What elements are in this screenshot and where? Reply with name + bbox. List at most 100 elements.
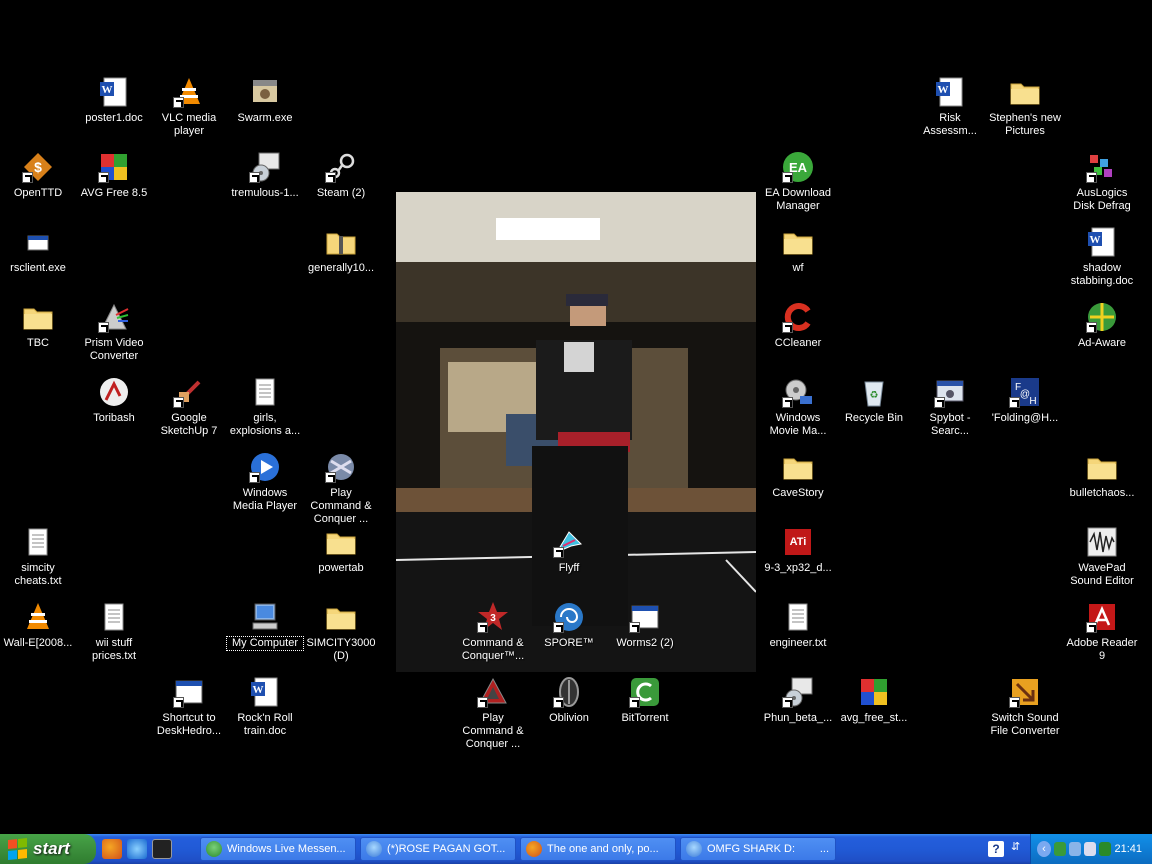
task-rose-pagan[interactable]: (*)ROSE PAGAN GOT... bbox=[360, 837, 516, 861]
desktop-icon-adobe-reader[interactable]: Adobe Reader 9 bbox=[1064, 599, 1140, 673]
word-doc-icon: W bbox=[934, 76, 966, 108]
desktop-icon-generally[interactable]: generally10... bbox=[303, 224, 379, 298]
sketchup-icon bbox=[173, 376, 205, 408]
avg-icon bbox=[98, 151, 130, 183]
desktop-icon-flyff[interactable]: Flyff bbox=[531, 524, 607, 598]
desktop-icon-phun-beta[interactable]: Phun_beta_... bbox=[760, 674, 836, 748]
desktop-icon-ccleaner[interactable]: CCleaner bbox=[760, 299, 836, 373]
desktop-icon-simcity3000[interactable]: SIMCITY3000 (D) bbox=[303, 599, 379, 673]
desktop-icon-spybot[interactable]: Spybot - Searc... bbox=[912, 374, 988, 448]
desktop-icon-bulletchaos[interactable]: bulletchaos... bbox=[1064, 449, 1140, 523]
messenger-chat-icon bbox=[686, 841, 702, 857]
window-app-icon bbox=[629, 601, 661, 633]
desktop-icon-vlc[interactable]: VLC media player bbox=[151, 74, 227, 148]
desktop-icon-wii-stuff[interactable]: wii stuff prices.txt bbox=[76, 599, 152, 673]
avg-tray-icon[interactable] bbox=[1099, 842, 1112, 856]
folder-icon bbox=[22, 301, 54, 333]
desktop-icon-powertab[interactable]: powertab bbox=[303, 524, 379, 598]
desktop-icon-spore[interactable]: SPORE™ bbox=[531, 599, 607, 673]
desktop-icon-auslogics-defrag[interactable]: AusLogics Disk Defrag bbox=[1064, 149, 1140, 223]
desktop-icon-poster1[interactable]: W poster1.doc bbox=[76, 74, 152, 148]
clock[interactable]: 21:41 bbox=[1114, 843, 1152, 855]
language-bar-icon[interactable]: ⇵ bbox=[1011, 840, 1029, 858]
desktop-icon-switch-sound[interactable]: Switch Sound File Converter bbox=[987, 674, 1063, 748]
desktop-icon-avg-free[interactable]: AVG Free 8.5 bbox=[76, 149, 152, 223]
desktop-icon-play-cnc[interactable]: Play Command & Conquer ... bbox=[303, 449, 379, 525]
firefox-icon bbox=[526, 841, 542, 857]
desktop-icon-risk-assessment[interactable]: W Risk Assessm... bbox=[912, 74, 988, 148]
word-doc-icon: W bbox=[249, 676, 281, 708]
desktop-icon-my-computer[interactable]: My Computer bbox=[226, 599, 304, 673]
desktop-icon-recycle-bin[interactable]: ♻ Recycle Bin bbox=[836, 374, 912, 448]
start-button[interactable]: start bbox=[0, 834, 96, 864]
defrag-icon bbox=[1086, 151, 1118, 183]
desktop-icon-toribash[interactable]: Toribash bbox=[76, 374, 152, 448]
folder-icon bbox=[325, 601, 357, 633]
svg-text:W: W bbox=[102, 84, 113, 96]
game-shortcut-icon[interactable] bbox=[152, 839, 172, 859]
desktop-icon-avg-free-setup[interactable]: avg_free_st... bbox=[836, 674, 912, 748]
flyff-icon bbox=[553, 526, 585, 558]
zip-folder-icon bbox=[325, 226, 357, 258]
desktop-icon-engineer[interactable]: engineer.txt bbox=[760, 599, 836, 673]
desktop-icon-openttd[interactable]: $ OpenTTD bbox=[0, 149, 76, 223]
desktop-icon-wavepad[interactable]: WavePad Sound Editor bbox=[1064, 524, 1140, 598]
desktop-icon-sketchup[interactable]: Google SketchUp 7 bbox=[151, 374, 227, 448]
desktop-icon-wall-e[interactable]: Wall-E[2008... bbox=[0, 599, 76, 673]
task-firefox[interactable]: The one and only, po... bbox=[520, 837, 676, 861]
folder-icon bbox=[325, 526, 357, 558]
svg-text:$: $ bbox=[34, 159, 42, 175]
cnc-ra-icon bbox=[477, 676, 509, 708]
desktop-icon-play-cnc-ra[interactable]: Play Command & Conquer ... bbox=[455, 674, 531, 750]
show-hidden-icons-chevron-icon[interactable]: ‹ bbox=[1037, 841, 1051, 857]
desktop-icon-swarm[interactable]: Swarm.exe bbox=[227, 74, 303, 148]
help-icon[interactable]: ? bbox=[988, 841, 1004, 857]
internet-explorer-icon[interactable] bbox=[127, 839, 147, 859]
desktop-icon-rock-n-roll-train[interactable]: W Rock'n Roll train.doc bbox=[227, 674, 303, 748]
desktop-icon-bittorrent[interactable]: BitTorrent bbox=[607, 674, 683, 748]
spybot-icon bbox=[934, 376, 966, 408]
desktop-icon-cnc3[interactable]: 3 Command & Conquer™... bbox=[455, 599, 531, 673]
desktop-icon-prism[interactable]: Prism Video Converter bbox=[76, 299, 152, 373]
desktop-icon-ati-driver[interactable]: ATi 9-3_xp32_d... bbox=[760, 524, 836, 598]
desktop-icon-wf[interactable]: wf bbox=[760, 224, 836, 298]
folding-icon: F @ H bbox=[1009, 376, 1041, 408]
desktop-icon-steam[interactable]: Steam (2) bbox=[303, 149, 379, 223]
network-tray-icon[interactable] bbox=[1069, 842, 1082, 856]
desktop-icon-rsclient[interactable]: rsclient.exe bbox=[0, 224, 76, 298]
vlc-cone-icon bbox=[22, 601, 54, 633]
desktop-icon-oblivion[interactable]: Oblivion bbox=[531, 674, 607, 748]
task-windows-live-messenger[interactable]: Windows Live Messen... bbox=[200, 837, 356, 861]
desktop-icon-simcity-cheats[interactable]: simcity cheats.txt bbox=[0, 524, 76, 598]
quick-launch bbox=[102, 839, 172, 859]
desktop-icon-stephens-pictures[interactable]: Stephen's new Pictures bbox=[987, 74, 1063, 148]
movie-maker-icon bbox=[782, 376, 814, 408]
exe-icon bbox=[22, 226, 54, 258]
cnc-icon bbox=[325, 451, 357, 483]
bittorrent-icon bbox=[629, 676, 661, 708]
text-file-icon bbox=[98, 601, 130, 633]
task-label: (*)ROSE PAGAN GOT... bbox=[387, 843, 506, 855]
task-omfg-shark[interactable]: OMFG SHARK D: ... bbox=[680, 837, 836, 861]
desktop-icon-girls-explosions[interactable]: girls, explosions a... bbox=[227, 374, 303, 448]
volume-tray-icon[interactable] bbox=[1084, 842, 1097, 856]
desktop-icon-movie-maker[interactable]: Windows Movie Ma... bbox=[760, 374, 836, 448]
folder-icon bbox=[1009, 76, 1041, 108]
desktop-icon-folding-home[interactable]: F @ H 'Folding@H... bbox=[987, 374, 1063, 448]
steam-icon bbox=[325, 151, 357, 183]
window-app-icon bbox=[173, 676, 205, 708]
desktop-icon-shortcut-deskhedron[interactable]: Shortcut to DeskHedro... bbox=[151, 674, 227, 748]
task-label: OMFG SHARK D: bbox=[707, 843, 796, 855]
desktop-icon-tbc[interactable]: TBC bbox=[0, 299, 76, 373]
desktop-icon-windows-media-player[interactable]: Windows Media Player bbox=[227, 449, 303, 523]
adobe-reader-icon bbox=[1086, 601, 1118, 633]
desktop-icon-cavestory[interactable]: CaveStory bbox=[760, 449, 836, 523]
desktop-icon-worms2[interactable]: Worms2 (2) bbox=[607, 599, 683, 673]
desktop-icon-ad-aware[interactable]: Ad-Aware bbox=[1064, 299, 1140, 373]
ccleaner-icon bbox=[782, 301, 814, 333]
desktop-icon-ea-download-manager[interactable]: EA EA Download Manager bbox=[760, 149, 836, 223]
firefox-icon[interactable] bbox=[102, 839, 122, 859]
desktop-icon-tremulous[interactable]: tremulous-1... bbox=[227, 149, 303, 223]
messenger-tray-icon[interactable] bbox=[1053, 842, 1067, 856]
desktop-icon-shadow-stabbing[interactable]: W shadow stabbing.doc bbox=[1064, 224, 1140, 298]
